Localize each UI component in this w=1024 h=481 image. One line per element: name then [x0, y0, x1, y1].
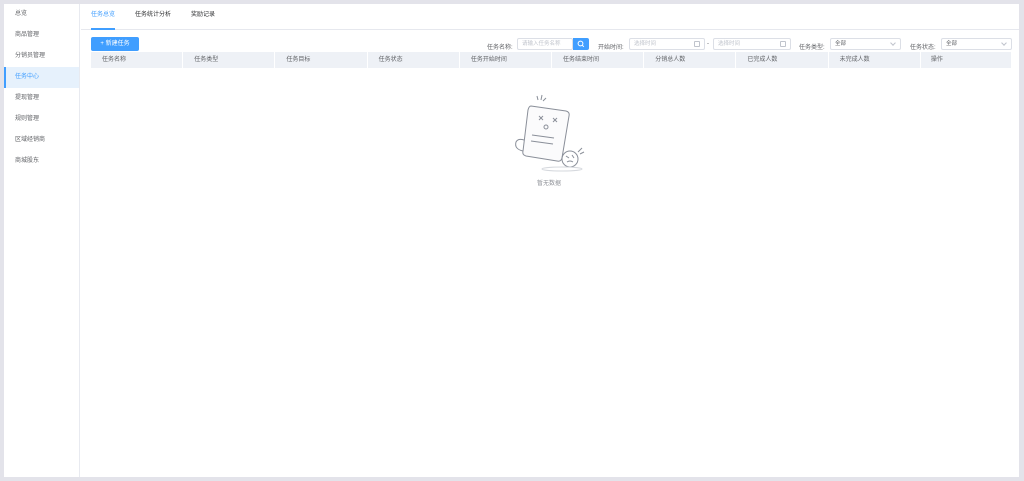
- tab-bar: 任务总览 任务统计分析 奖励记录: [81, 4, 1019, 30]
- start-date-input[interactable]: 选择时间: [629, 38, 705, 50]
- calendar-icon: [780, 41, 786, 47]
- sidebar: 总览 商品管理 分销员管理 任务中心 提现管理 规则管理 区域经销商 商城股东: [4, 4, 80, 477]
- column-header-task-target: 任务目标: [275, 52, 368, 68]
- task-status-label: 任务状态:: [910, 45, 936, 51]
- filter-toolbar: + 新建任务 任务名称: 请输入任务名称 开始时间: 选择时间 - 选择时间 任…: [81, 30, 1019, 52]
- end-date-input[interactable]: 选择时间: [713, 38, 791, 50]
- empty-state-text: 暂无数据: [536, 181, 561, 187]
- tab-task-statistics[interactable]: 任务统计分析: [135, 3, 171, 29]
- new-task-button[interactable]: + 新建任务: [91, 37, 139, 51]
- column-header-task-type: 任务类型: [183, 52, 276, 68]
- task-type-select[interactable]: 全部: [830, 38, 901, 50]
- empty-document-icon: [515, 94, 585, 172]
- start-date-placeholder: 选择时间: [634, 41, 657, 47]
- empty-state: 暂无数据: [504, 94, 594, 194]
- sidebar-item-regional-dealers[interactable]: 区域经销商: [4, 130, 79, 151]
- calendar-icon: [694, 41, 700, 47]
- main-content: 任务总览 任务统计分析 奖励记录 + 新建任务 任务名称: 请输入任务名称 开始…: [81, 4, 1019, 477]
- sidebar-item-withdrawals[interactable]: 提现管理: [4, 88, 79, 109]
- sidebar-item-overview[interactable]: 总览: [4, 4, 79, 25]
- column-header-task-name: 任务名称: [91, 52, 184, 68]
- column-header-incomplete: 未完成人数: [829, 52, 921, 68]
- task-status-value: 全部: [946, 41, 958, 47]
- column-header-total-distributors: 分销总人数: [644, 52, 737, 68]
- column-header-start-time: 任务开始时间: [460, 52, 553, 68]
- sidebar-item-products[interactable]: 商品管理: [4, 25, 79, 46]
- task-name-input[interactable]: 请输入任务名称: [517, 38, 573, 50]
- column-header-actions: 操作: [930, 57, 943, 63]
- end-date-placeholder: 选择时间: [718, 41, 741, 47]
- sidebar-item-distributors[interactable]: 分销员管理: [4, 46, 79, 67]
- sidebar-item-task-center[interactable]: 任务中心: [4, 67, 79, 88]
- column-header-task-status: 任务状态: [368, 52, 460, 68]
- column-header-completed: 已完成人数: [736, 52, 829, 68]
- search-button[interactable]: [573, 38, 589, 50]
- chevron-down-icon: [890, 40, 896, 46]
- sidebar-item-shareholders[interactable]: 商城股东: [4, 151, 79, 172]
- chevron-down-icon: [1001, 40, 1007, 46]
- tab-reward-records[interactable]: 奖励记录: [191, 3, 215, 29]
- app-frame: 总览 商品管理 分销员管理 任务中心 提现管理 规则管理 区域经销商 商城股东 …: [4, 4, 1019, 477]
- date-range-separator: -: [707, 41, 709, 47]
- start-time-label: 开始时间:: [598, 45, 624, 51]
- tab-task-overview[interactable]: 任务总览: [91, 3, 116, 30]
- table-header: 任务名称 任务类型 任务目标 任务状态 任务开始时间 任务结束时间 分销总人数 …: [91, 52, 1011, 68]
- sidebar-item-rules[interactable]: 规则管理: [4, 109, 79, 130]
- search-icon: [577, 40, 585, 48]
- column-header-end-time: 任务结束时间: [552, 52, 645, 68]
- task-name-label: 任务名称:: [487, 45, 513, 51]
- task-type-value: 全部: [835, 41, 847, 47]
- task-status-select[interactable]: 全部: [941, 38, 1012, 50]
- task-type-label: 任务类型:: [799, 45, 825, 51]
